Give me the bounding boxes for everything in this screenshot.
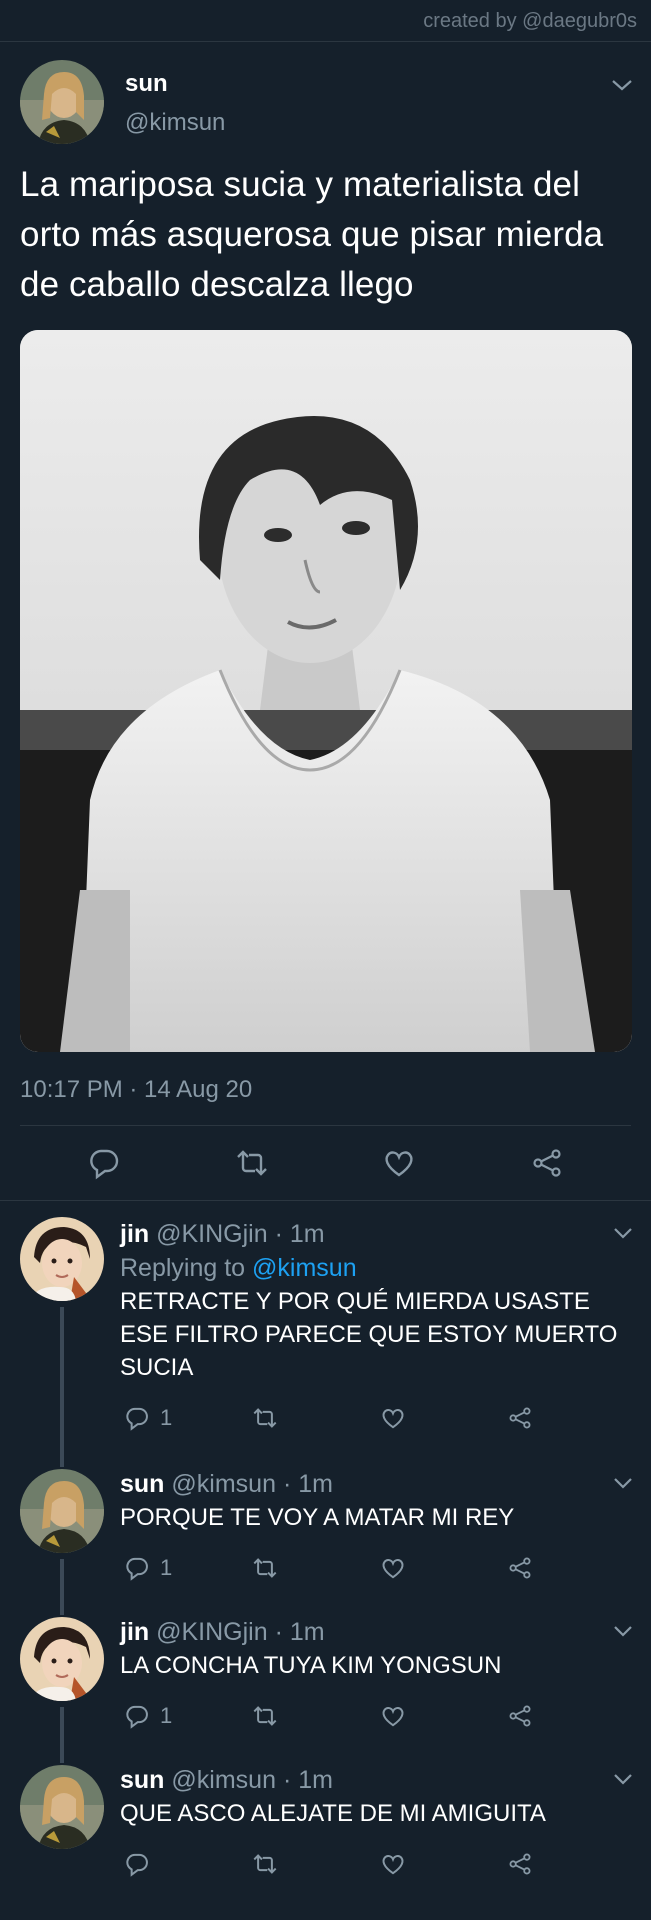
retweet-icon: [253, 1558, 277, 1578]
author-handle[interactable]: @KINGjin: [156, 1618, 268, 1646]
share-icon: [509, 1705, 531, 1727]
retweet-button[interactable]: [248, 1405, 376, 1431]
like-icon[interactable]: [382, 1146, 416, 1180]
avatar[interactable]: [20, 60, 104, 144]
author-name[interactable]: jin: [120, 1618, 149, 1646]
thread-line: [60, 1455, 64, 1467]
author-name[interactable]: sun: [120, 1766, 164, 1794]
tweet-timestamp[interactable]: 10:17 PM · 14 Aug 20: [20, 1076, 631, 1126]
avatar[interactable]: [20, 1617, 104, 1701]
chevron-down-icon[interactable]: [613, 1625, 633, 1637]
chevron-down-icon[interactable]: [613, 1227, 633, 1239]
watermark-bar: created by @daegubr0s: [0, 0, 651, 42]
like-button[interactable]: [376, 1555, 504, 1581]
reply-tweet[interactable]: jin @KINGjin · 1m Replying to @kimsun RE…: [0, 1201, 651, 1457]
tweet-photo[interactable]: [20, 330, 632, 1052]
tweet-actions: [20, 1126, 631, 1200]
like-icon: [382, 1559, 403, 1579]
reply-text: RETRACTE Y POR QUÉ MIERDA USASTE ESE FIL…: [120, 1288, 618, 1381]
like-button[interactable]: [376, 1703, 504, 1729]
like-icon: [382, 1707, 403, 1727]
reply-tweet[interactable]: sun @kimsun · 1m PORQUE TE VOY A MATAR M…: [0, 1455, 651, 1605]
like-icon: [382, 1855, 403, 1875]
retweet-button[interactable]: [248, 1703, 376, 1729]
reply-time: · 1m: [282, 1766, 333, 1794]
reply-actions: 1: [120, 1542, 631, 1594]
reply-time: · 1m: [274, 1618, 325, 1646]
reply-icon: [126, 1705, 148, 1729]
reply-icon[interactable]: [87, 1146, 121, 1180]
reply-header: jin @KINGjin · 1m: [120, 1201, 631, 1251]
reply-tweet[interactable]: sun @kimsun · 1m QUE ASCO ALEJATE DE MI …: [0, 1751, 651, 1899]
author-handle[interactable]: @kimsun: [125, 109, 225, 137]
thread-line: [60, 1707, 64, 1753]
share-button[interactable]: [503, 1555, 631, 1581]
reply-text: PORQUE TE VOY A MATAR MI REY: [120, 1504, 515, 1531]
reply-count: 1: [160, 1555, 173, 1580]
retweet-button[interactable]: [248, 1851, 376, 1877]
thread-line: [60, 1751, 64, 1763]
reply-button[interactable]: 1: [120, 1555, 248, 1581]
share-icon: [509, 1853, 531, 1875]
reply-button[interactable]: [120, 1851, 248, 1877]
chevron-down-icon[interactable]: [613, 1773, 633, 1785]
retweet-icon: [253, 1408, 277, 1428]
retweet-icon: [253, 1706, 277, 1726]
replying-to: Replying to @kimsun: [120, 1251, 631, 1285]
thread-line: [60, 1603, 64, 1615]
reply-icon: [126, 1853, 148, 1877]
replying-to-link[interactable]: @kimsun: [252, 1254, 357, 1282]
avatar[interactable]: [20, 1765, 104, 1849]
share-button[interactable]: [503, 1405, 631, 1431]
reply-actions: 1: [120, 1392, 631, 1444]
reply-count: 1: [160, 1405, 173, 1430]
reply-header: jin @KINGjin · 1m: [120, 1603, 631, 1649]
reply-time: · 1m: [274, 1220, 325, 1248]
reply-time: · 1m: [282, 1470, 333, 1498]
reply-header: sun @kimsun · 1m: [120, 1751, 631, 1797]
avatar[interactable]: [20, 1217, 104, 1301]
like-icon: [382, 1409, 403, 1429]
share-button[interactable]: [503, 1851, 631, 1877]
reply-icon: [126, 1407, 148, 1431]
like-button[interactable]: [376, 1851, 504, 1877]
reply-actions: [120, 1838, 631, 1890]
chevron-down-icon[interactable]: [611, 78, 633, 92]
author-name[interactable]: sun: [120, 1470, 164, 1498]
thread-line: [60, 1307, 64, 1457]
share-button[interactable]: [503, 1703, 631, 1729]
reply-header: sun @kimsun · 1m: [120, 1455, 631, 1501]
like-button[interactable]: [376, 1405, 504, 1431]
watermark-text: created by @daegubr0s: [423, 10, 637, 32]
avatar[interactable]: [20, 1469, 104, 1553]
share-icon[interactable]: [530, 1146, 564, 1180]
author-name[interactable]: sun: [125, 70, 225, 99]
reply-count: 1: [160, 1703, 173, 1728]
share-icon: [509, 1557, 531, 1579]
reply-icon: [126, 1557, 148, 1581]
reply-button[interactable]: 1: [120, 1405, 248, 1431]
replying-to-label: Replying to: [120, 1254, 253, 1282]
retweet-icon: [253, 1854, 277, 1874]
retweet-button[interactable]: [248, 1555, 376, 1581]
author-name[interactable]: jin: [120, 1220, 149, 1248]
reply-text: QUE ASCO ALEJATE DE MI AMIGUITA: [120, 1800, 546, 1827]
reply-text: LA CONCHA TUYA KIM YONGSUN: [120, 1652, 502, 1679]
tweet-header: sun @kimsun: [20, 60, 631, 148]
author-handle[interactable]: @kimsun: [171, 1766, 276, 1794]
reply-button[interactable]: 1: [120, 1703, 248, 1729]
main-tweet[interactable]: sun @kimsun La mariposa sucia y material…: [0, 42, 651, 1200]
reply-actions: 1: [120, 1690, 631, 1742]
chevron-down-icon[interactable]: [613, 1477, 633, 1489]
retweet-icon[interactable]: [235, 1146, 269, 1180]
thread-line: [60, 1559, 64, 1605]
reply-tweet[interactable]: jin @KINGjin · 1m LA CONCHA TUYA KIM YON…: [0, 1603, 651, 1753]
author-handle[interactable]: @kimsun: [171, 1470, 276, 1498]
share-icon: [509, 1407, 531, 1429]
tweet-text: La mariposa sucia y materialista del ort…: [20, 165, 604, 304]
author-handle[interactable]: @KINGjin: [156, 1220, 268, 1248]
